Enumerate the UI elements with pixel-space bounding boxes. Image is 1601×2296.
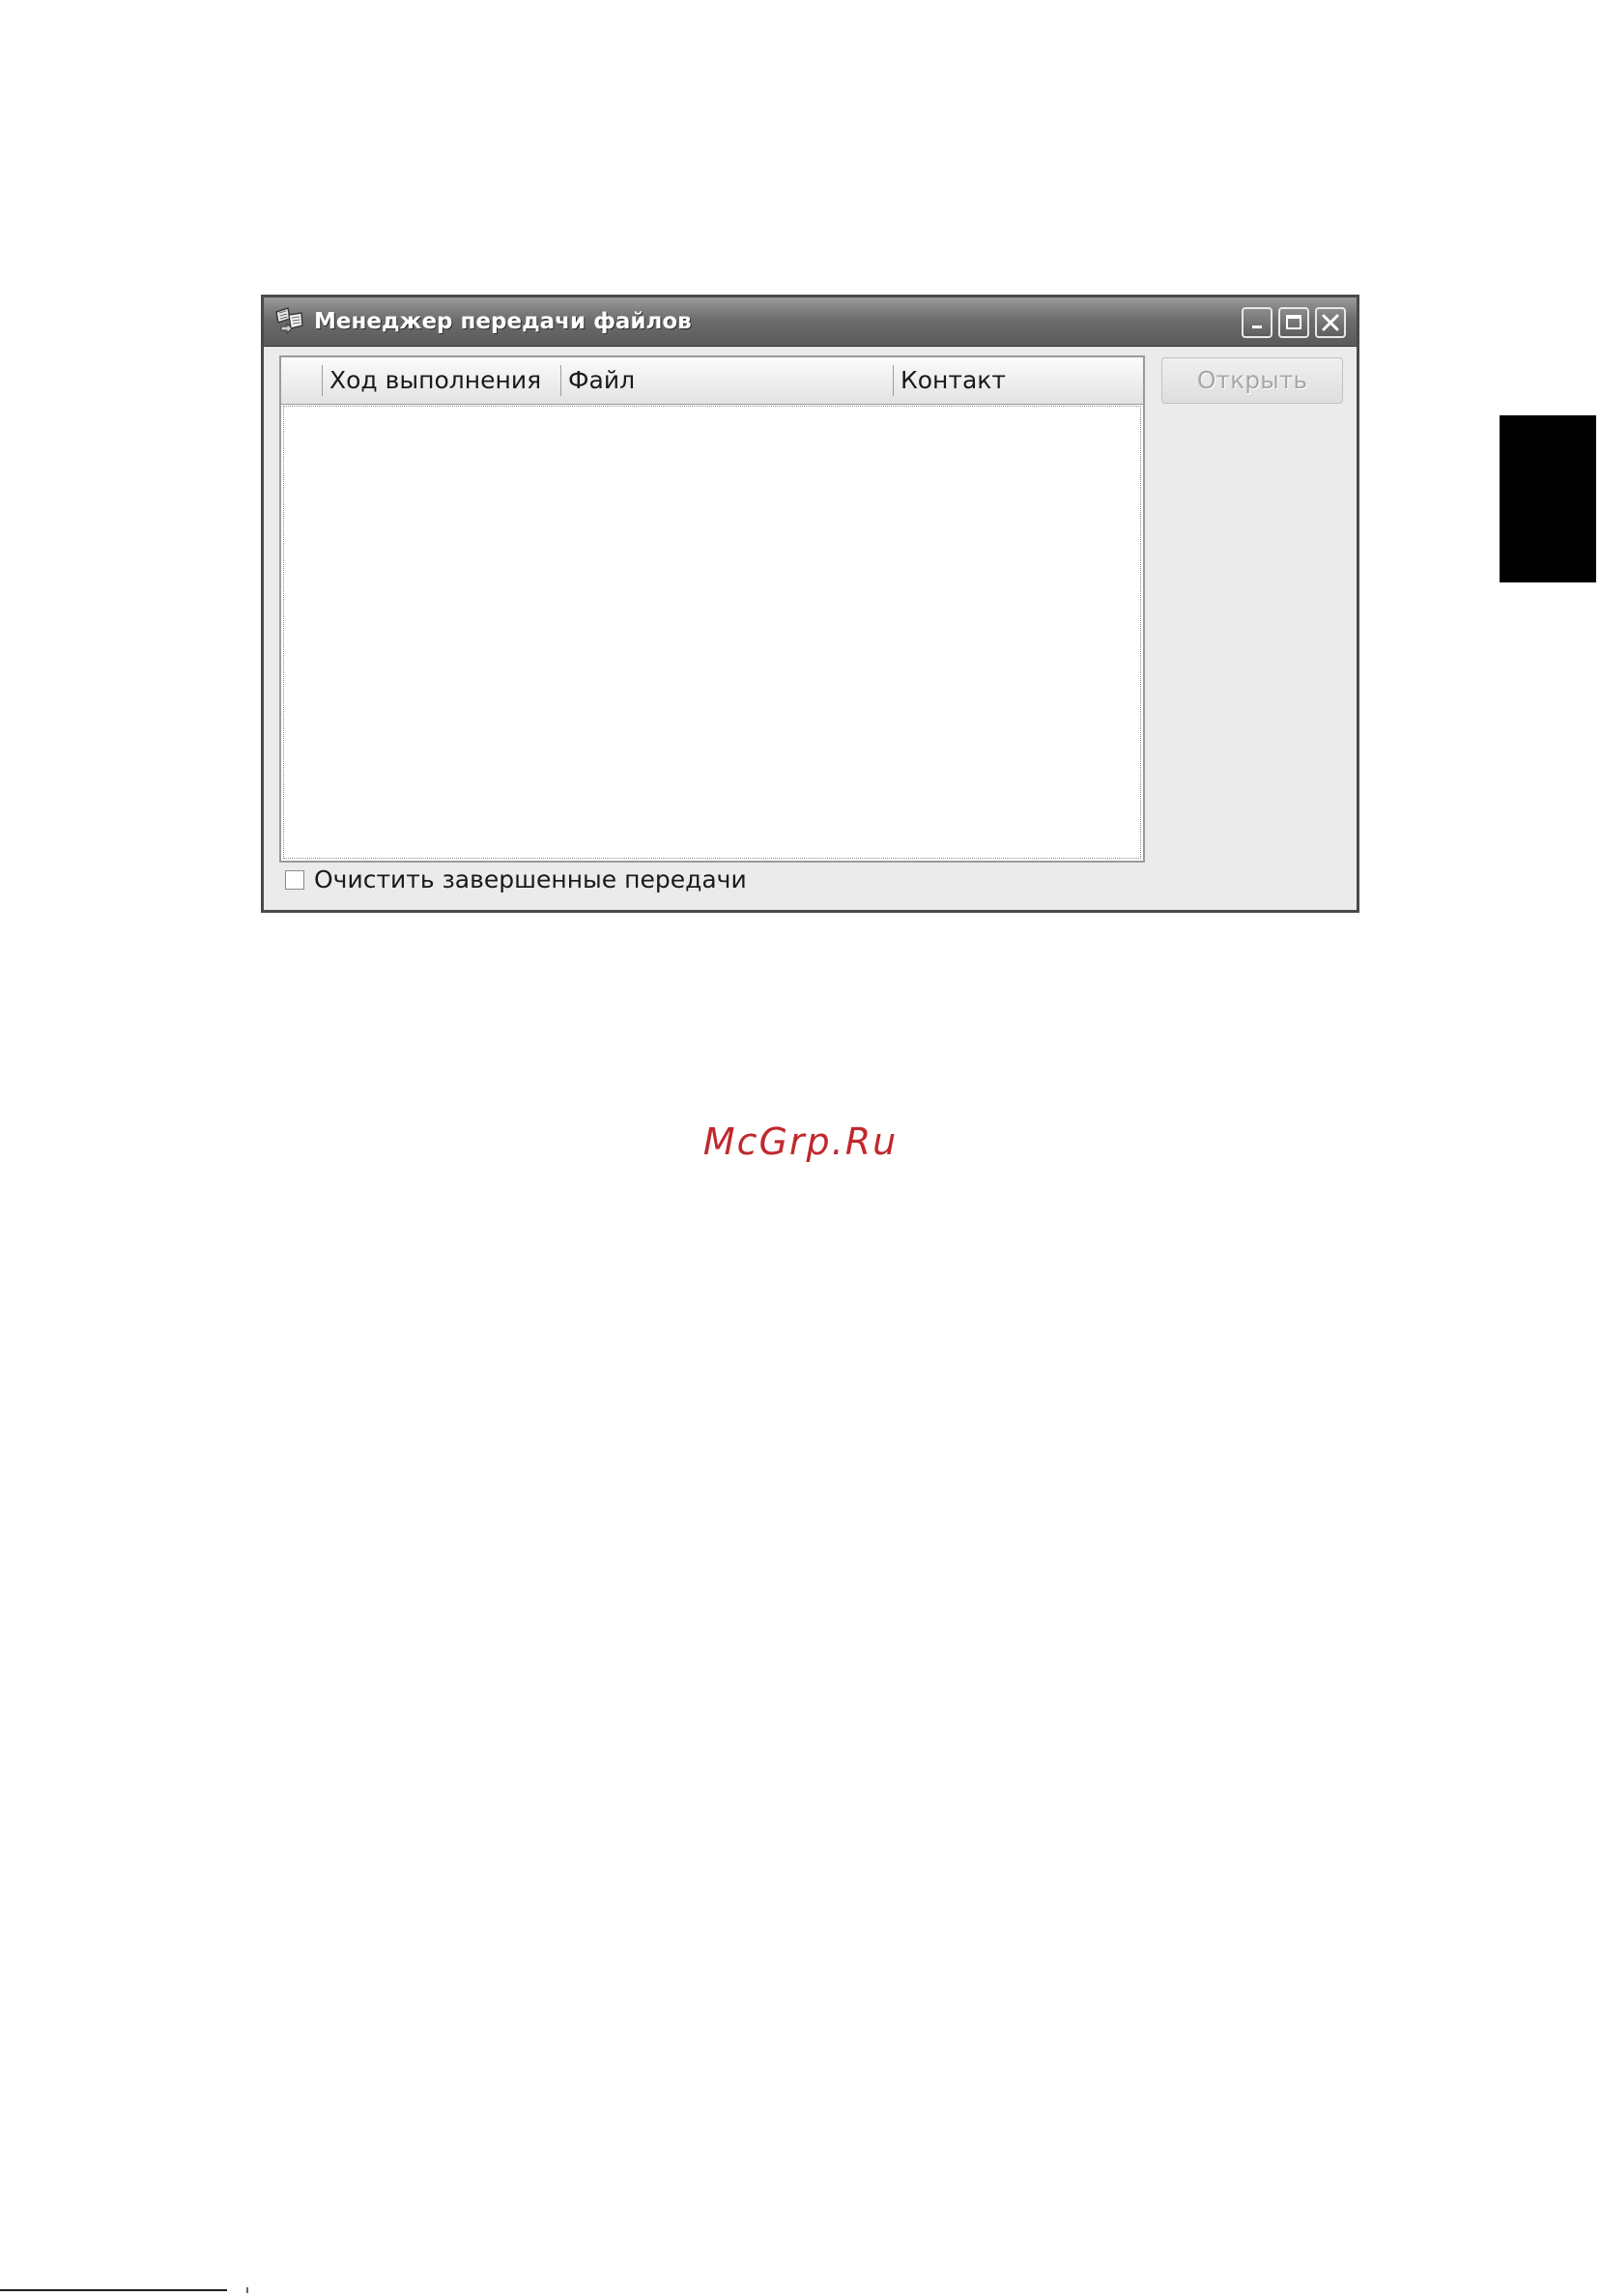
- column-separator[interactable]: [322, 365, 323, 396]
- file-transfer-window: Менеджер передачи файлов Ход выполнения …: [261, 295, 1359, 913]
- clear-completed-checkbox[interactable]: [285, 870, 304, 890]
- close-button[interactable]: [1315, 307, 1346, 338]
- maximize-button[interactable]: [1278, 307, 1309, 338]
- page-footer-tick: [246, 2287, 248, 2293]
- close-icon: [1322, 314, 1339, 331]
- file-transfer-icon: [273, 305, 306, 335]
- open-button[interactable]: Открыть: [1161, 357, 1343, 404]
- window-titlebar[interactable]: Менеджер передачи файлов: [264, 298, 1357, 347]
- minimize-button[interactable]: [1242, 307, 1272, 338]
- transfer-list[interactable]: Ход выполнения Файл Контакт: [279, 355, 1145, 863]
- column-header-file[interactable]: Файл: [568, 357, 635, 404]
- page-footer-rule: [0, 2289, 227, 2291]
- minimize-icon: [1252, 326, 1262, 328]
- column-header-progress[interactable]: Ход выполнения: [329, 357, 541, 404]
- column-separator[interactable]: [893, 365, 894, 396]
- side-index-tab: [1500, 415, 1596, 582]
- maximize-icon: [1286, 315, 1301, 329]
- column-separator[interactable]: [560, 365, 561, 396]
- transfer-list-body[interactable]: [283, 406, 1141, 859]
- watermark: McGrp.Ru: [702, 1120, 899, 1163]
- transfer-list-header: Ход выполнения Файл Контакт: [281, 357, 1143, 405]
- clear-completed-label[interactable]: Очистить завершенные передачи: [314, 863, 747, 897]
- column-header-contact[interactable]: Контакт: [901, 357, 1006, 404]
- window-title: Менеджер передачи файлов: [314, 309, 692, 334]
